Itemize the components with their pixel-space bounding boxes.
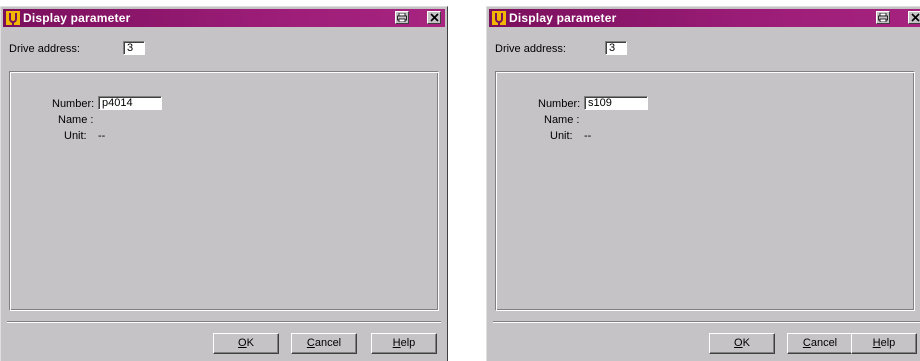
help-button[interactable]: Help: [851, 333, 917, 354]
unit-value: --: [98, 130, 106, 142]
ok-label: K: [246, 337, 254, 349]
title-bar[interactable]: Display parameter: [3, 9, 445, 27]
cancel-button[interactable]: Cancel: [291, 333, 357, 354]
unit-label: Unit:: [550, 130, 573, 142]
title-bar[interactable]: Display parameter: [489, 9, 920, 27]
parameter-group: Number: s109 Name : Unit: --: [495, 71, 915, 311]
help-label: elp: [400, 337, 416, 349]
unit-value: --: [584, 130, 592, 142]
close-button[interactable]: [427, 11, 441, 24]
drive-address-label: Drive address:: [9, 43, 80, 55]
help-mnemonic: H: [872, 337, 881, 349]
tuning-fork-icon: [492, 11, 506, 25]
name-label: Name :: [544, 114, 580, 126]
drive-address-label: Drive address:: [495, 43, 566, 55]
ok-mnemonic: O: [734, 337, 743, 349]
ok-button[interactable]: OK: [709, 333, 775, 354]
help-label: elp: [880, 337, 896, 349]
print-button[interactable]: [876, 11, 890, 24]
close-icon: [429, 13, 439, 22]
ok-mnemonic: O: [238, 337, 247, 349]
number-label: Number:: [538, 98, 581, 110]
display-parameter-dialog: Display parameter Drive address: 3 Numbe…: [486, 6, 920, 361]
help-button[interactable]: Help: [371, 333, 437, 354]
unit-label: Unit:: [64, 130, 87, 142]
number-field[interactable]: p4014: [98, 96, 162, 110]
cancel-mnemonic: C: [306, 337, 315, 349]
dialog-title: Display parameter: [23, 11, 131, 25]
display-parameter-dialog: Display parameter Drive address: 3 Numbe…: [0, 6, 448, 361]
number-label: Number:: [52, 98, 95, 110]
parameter-group: Number: p4014 Name : Unit: --: [9, 71, 439, 311]
help-mnemonic: H: [392, 337, 401, 349]
dialog-title: Display parameter: [509, 11, 617, 25]
cancel-button[interactable]: Cancel: [787, 333, 853, 354]
cancel-label: ancel: [314, 337, 342, 349]
print-icon: [397, 12, 407, 23]
drive-address-field[interactable]: 3: [123, 41, 145, 55]
cancel-mnemonic: C: [802, 337, 811, 349]
name-label: Name :: [58, 114, 94, 126]
print-icon: [878, 12, 888, 23]
number-field[interactable]: s109: [584, 96, 648, 110]
print-button[interactable]: [395, 11, 409, 24]
close-button[interactable]: [908, 11, 920, 24]
separator: [493, 321, 920, 323]
close-icon: [910, 13, 920, 22]
tuning-fork-icon: [6, 11, 20, 25]
cancel-label: ancel: [810, 337, 838, 349]
separator: [7, 321, 441, 323]
ok-label: K: [742, 337, 750, 349]
drive-address-field[interactable]: 3: [605, 41, 627, 55]
ok-button[interactable]: OK: [213, 333, 279, 354]
